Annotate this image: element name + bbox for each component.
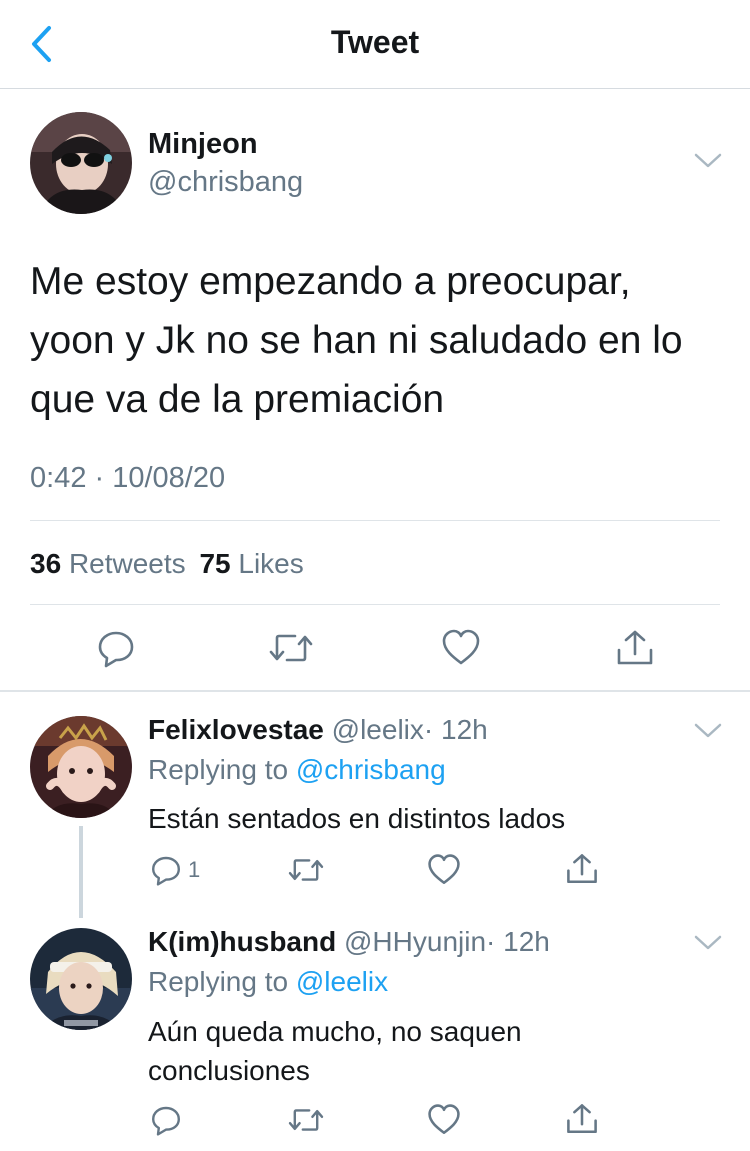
divider [30,604,720,605]
tweet-text: Me estoy empezando a preocupar, yoon y J… [30,252,730,429]
reply-text-line: Están sentados en distintos lados [148,803,566,834]
tweet-text-line: yoon y Jk no se han ni saludado en lo [30,319,683,362]
retweets-count: 36 [30,548,62,579]
comment-icon [98,631,134,668]
reply-text-line: conclusiones [148,1055,310,1086]
tweet-text-line: que va de la premiación [30,378,445,421]
share-button[interactable] [562,850,602,888]
divider [30,520,720,521]
retweet-button[interactable] [286,1102,326,1138]
page-title: Tweet [330,24,420,60]
thread-connector [79,826,83,918]
reply-header: Felixlovestae @leelix· 12h [148,714,488,746]
avatar[interactable] [30,928,132,1030]
reply-author-handle[interactable]: @leelix [332,714,424,745]
chevron-down-icon [694,723,722,738]
heart-icon [428,1104,460,1135]
tweet-stats: 36 Retweets 75 Likes [30,548,304,580]
tweet-menu-button[interactable] [694,152,722,175]
likes-stat[interactable]: 75 Likes [199,548,303,579]
section-divider [0,690,750,692]
like-button[interactable] [424,1102,464,1138]
like-button[interactable] [439,626,483,670]
reply-text: Están sentados en distintos lados [148,800,565,838]
comment-icon [152,856,180,886]
tweet-text-line: Me estoy empezando a preocupar, [30,260,631,303]
reply-button[interactable]: 1 [150,852,206,888]
reply-text-line: Aún queda mucho, no saquen [148,1016,522,1047]
likes-count: 75 [199,548,231,579]
likes-label: Likes [238,548,304,579]
avatar[interactable] [30,716,132,818]
reply-menu-button[interactable] [694,722,722,745]
share-icon [567,854,597,884]
reply-button[interactable] [150,1102,190,1138]
replying-to-label: Replying to [148,966,289,997]
replying-to-link[interactable]: @leelix [296,966,388,997]
replying-to: Replying to @leelix [148,966,388,998]
share-icon [617,630,653,665]
share-button[interactable] [562,1100,602,1138]
retweet-icon [288,859,324,881]
retweets-label: Retweets [68,548,186,579]
reply-time: · 12h [423,714,488,745]
reply-author-name[interactable]: Felixlovestae [148,714,324,745]
retweet-button[interactable] [267,626,315,670]
retweets-stat[interactable]: 36 Retweets [30,548,193,579]
tweet-timestamp: 0:42 · 10/08/20 [30,462,226,494]
retweet-icon [288,1109,324,1131]
replying-to-label: Replying to [148,754,289,785]
reply-header: K(im)husband @HHyunjin· 12h [148,926,550,958]
reply-author-name[interactable]: K(im)husband [148,926,336,957]
replying-to: Replying to @chrisbang [148,754,446,786]
reply-text: Aún queda mucho, no saquen conclusiones [148,1012,522,1090]
chevron-down-icon [694,153,722,168]
reply-menu-button[interactable] [694,934,722,957]
author-handle[interactable]: @chrisbang [148,166,303,199]
share-icon [567,1104,597,1134]
author-name[interactable]: Minjeon [148,128,258,161]
reply-time: · 12h [486,926,550,957]
retweet-button[interactable] [286,852,326,888]
reply-count: 1 [188,857,201,882]
heart-icon [428,854,460,885]
reply-author-handle[interactable]: @HHyunjin [344,926,486,957]
reply-button[interactable] [94,626,138,670]
heart-icon [442,629,480,665]
avatar[interactable] [30,112,132,214]
replying-to-link[interactable]: @chrisbang [296,754,446,785]
share-button[interactable] [613,626,657,670]
comment-icon [152,1106,180,1136]
chevron-down-icon [694,935,722,950]
like-button[interactable] [424,852,464,888]
retweet-icon [269,634,313,662]
